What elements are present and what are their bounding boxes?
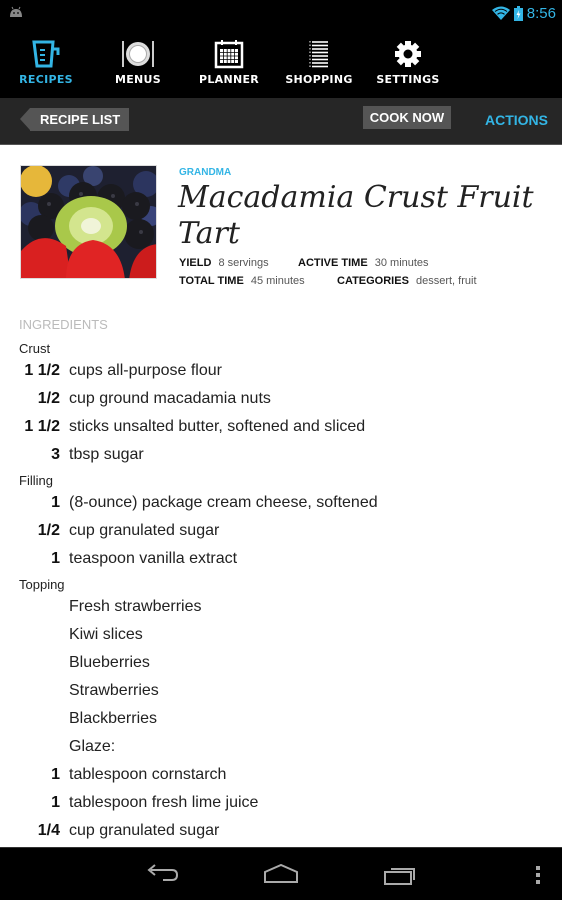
ingredient-text: sticks unsalted butter, softened and sli… <box>69 418 366 435</box>
ingredient-row[interactable]: 1 tablespoon cornstarch <box>0 761 562 789</box>
ingredient-row[interactable]: 1/2 cup granulated sugar <box>0 517 562 545</box>
fruit-tart-image <box>21 166 156 278</box>
ingredient-quantity: 1 <box>51 550 60 567</box>
nav-tab-recipes[interactable]: RECIPES <box>1 25 91 98</box>
ingredient-quantity: 1/4 <box>37 822 60 839</box>
recipe-source[interactable]: GRANDMA <box>179 167 231 178</box>
nav-tab-menus[interactable]: MENUS <box>93 25 183 98</box>
ingredient-row[interactable]: 1 1/2 cups all-purpose flour <box>0 357 562 385</box>
yield-label: YIELD <box>179 257 212 269</box>
status-icons: 8:56 <box>491 2 556 24</box>
ingredient-text: tbsp sugar <box>69 446 144 463</box>
recipe-active-time: ACTIVE TIME 30 minutes <box>298 257 429 269</box>
yield-value: 8 servings <box>218 257 269 269</box>
system-nav-bar <box>0 847 562 900</box>
recipe-photo[interactable] <box>20 165 157 279</box>
ingredients-list: Crust 1 1/2 cups all-purpose flour 1/2 cup g… <box>0 340 562 845</box>
ingredient-quantity: 1/2 <box>37 390 60 407</box>
calendar-icon <box>214 40 244 69</box>
recipe-list-button[interactable]: RECIPE LIST <box>20 108 130 131</box>
ingredient-row[interactable]: Fresh strawberries <box>0 593 562 621</box>
ingredient-quantity: 1 1/2 <box>24 362 60 379</box>
ingredient-row[interactable]: Blackberries <box>0 705 562 733</box>
back-icon[interactable] <box>145 864 179 884</box>
ingredient-row[interactable]: Strawberries <box>0 677 562 705</box>
wifi-icon <box>491 6 510 20</box>
ingredient-row[interactable]: Blueberries <box>0 649 562 677</box>
ingredient-text: cup granulated sugar <box>69 822 220 839</box>
ingredient-text: teaspoon vanilla extract <box>69 550 238 567</box>
status-bar: 8:56 <box>0 0 562 25</box>
overflow-menu-icon[interactable] <box>535 866 541 884</box>
recipe-total-time: TOTAL TIME 45 minutes <box>179 275 305 287</box>
recipe-list-label: RECIPE LIST <box>30 108 130 131</box>
home-icon[interactable] <box>263 864 299 884</box>
ingredient-text: (8-ounce) package cream cheese, softened <box>69 494 378 511</box>
ingredient-row[interactable]: 1/4 cup granulated sugar <box>0 817 562 845</box>
recent-apps-icon[interactable] <box>383 864 417 886</box>
back-arrow-icon <box>20 108 30 130</box>
measuring-cup-icon <box>32 40 60 68</box>
nav-tab-settings[interactable]: SETTINGS <box>363 25 453 98</box>
recipe-title: Macadamia Crust Fruit Tart <box>178 180 534 251</box>
nav-tab-planner[interactable]: PLANNER <box>184 25 274 98</box>
ingredient-text: Glaze: <box>69 738 116 755</box>
ingredient-text: tablespoon fresh lime juice <box>69 794 259 811</box>
nav-tab-label: PLANNER <box>198 73 260 86</box>
ingredient-quantity: 3 <box>51 446 60 463</box>
battery-charging-icon <box>513 5 523 21</box>
ingredient-row[interactable]: 1 (8-ounce) package cream cheese, softene… <box>0 489 562 517</box>
categories-value: dessert, fruit <box>415 275 477 287</box>
ingredient-quantity: 1 <box>51 494 60 511</box>
plate-icon <box>122 41 154 67</box>
nav-tab-label: RECIPES <box>19 73 73 86</box>
android-debug-icon <box>10 6 22 17</box>
nav-tab-label: SHOPPING <box>285 73 353 86</box>
ingredient-quantity: 1 <box>51 794 60 811</box>
ingredient-row[interactable]: 1/2 cup ground macadamia nuts <box>0 385 562 413</box>
recipe-categories: CATEGORIES dessert, fruit <box>337 275 477 287</box>
ingredient-text: Kiwi slices <box>69 626 143 643</box>
ingredient-group-label: Filling <box>19 473 53 488</box>
nav-tab-label: SETTINGS <box>376 73 440 86</box>
cook-now-button[interactable]: COOK NOW <box>363 106 451 129</box>
ingredient-row[interactable]: 3 tbsp sugar <box>0 441 562 469</box>
total-time-value: 45 minutes <box>250 275 305 287</box>
ingredient-row[interactable]: Kiwi slices <box>0 621 562 649</box>
ingredient-quantity: 1 1/2 <box>24 418 60 435</box>
ingredient-text: cup ground macadamia nuts <box>69 390 271 407</box>
clock: 8:56 <box>526 4 556 22</box>
ingredient-quantity: 1/2 <box>37 522 60 539</box>
ingredient-row[interactable]: Glaze: <box>0 733 562 761</box>
ingredient-text: cups all-purpose flour <box>69 362 222 379</box>
ingredients-heading: INGREDIENTS <box>19 317 108 332</box>
recipe-yield: YIELD 8 servings <box>179 257 269 269</box>
ingredient-row[interactable]: 1 1/2 sticks unsalted butter, softened an… <box>0 413 562 441</box>
categories-label: CATEGORIES <box>337 275 409 287</box>
actions-button[interactable]: ACTIONS <box>485 112 548 128</box>
ingredient-text: Strawberries <box>69 682 159 699</box>
ingredient-text: cup granulated sugar <box>69 522 220 539</box>
ingredient-quantity: 1 <box>51 766 60 783</box>
gear-icon <box>395 41 421 67</box>
ingredient-row[interactable]: 1 tablespoon fresh lime juice <box>0 789 562 817</box>
ingredient-text: tablespoon cornstarch <box>69 766 227 783</box>
ingredient-group-label: Crust <box>19 341 51 356</box>
total-time-label: TOTAL TIME <box>179 275 244 287</box>
ingredient-row[interactable]: 1 teaspoon vanilla extract <box>0 545 562 573</box>
ingredient-text: Blueberries <box>69 654 150 671</box>
nav-tab-label: MENUS <box>114 73 162 86</box>
ingredient-text: Fresh strawberries <box>69 598 202 615</box>
action-bar: RECIPE LIST COOK NOW ACTIONS <box>0 98 562 145</box>
active-time-value: 30 minutes <box>374 257 429 269</box>
ingredient-group-label: Topping <box>19 577 65 592</box>
ingredient-text: Blackberries <box>69 710 158 727</box>
nav-tab-shopping[interactable]: SHOPPING <box>274 25 364 98</box>
top-navigation: RECIPES MENUS PLANNER SHOPPING SETTINGS <box>0 25 562 98</box>
active-time-label: ACTIVE TIME <box>298 257 368 269</box>
list-icon <box>309 41 328 68</box>
